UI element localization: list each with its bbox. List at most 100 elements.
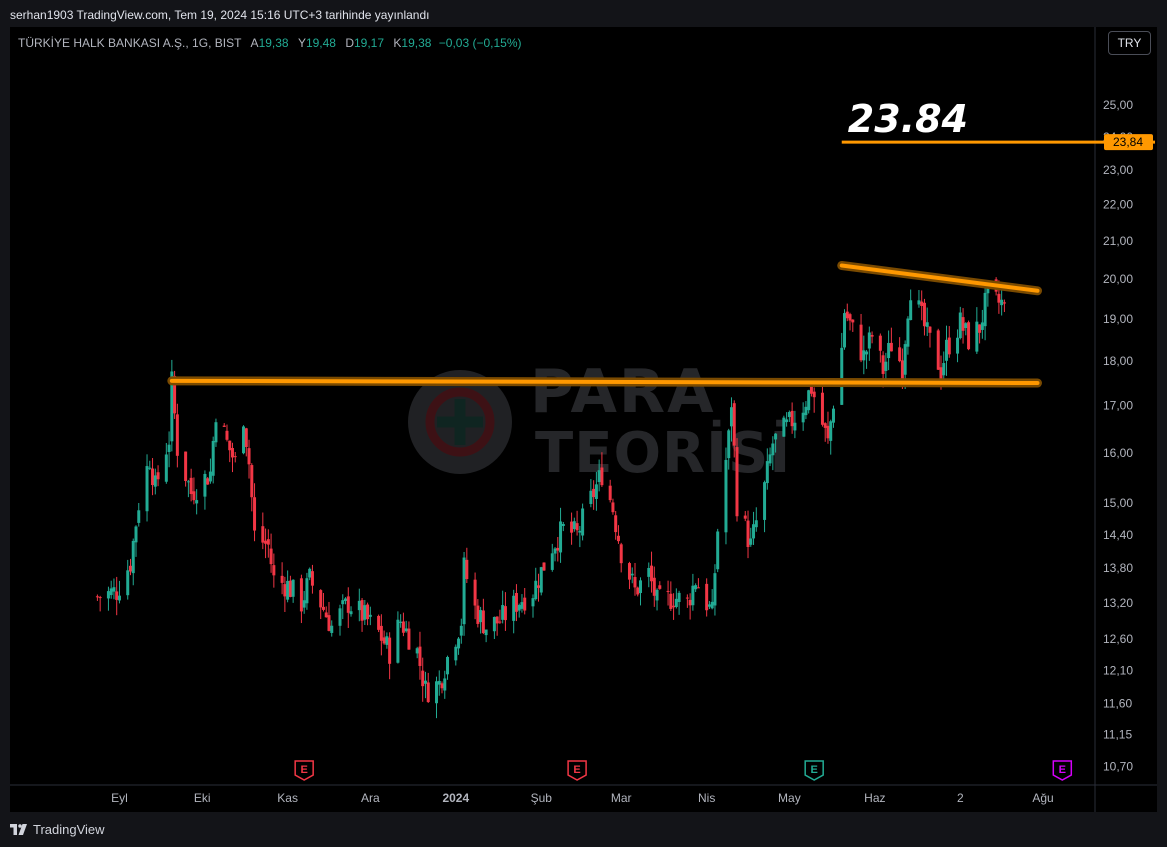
candle-body [95,596,99,598]
candle-body [823,423,827,428]
footer-brand[interactable]: TradingView [10,822,105,837]
candle-body [1000,299,1004,306]
candle-body [746,520,750,547]
low-label: D [345,36,354,50]
candle-body [310,571,314,586]
candle-body [434,681,438,704]
candle-body [727,430,731,459]
symbol-legend: TÜRKİYE HALK BANKASI A.Ş., 1G, BIST A19,… [18,36,522,50]
candle-body [324,612,328,618]
candle-body [247,448,251,465]
candle-body [233,456,237,458]
candle-body [401,621,405,633]
candle-body [729,407,733,427]
candle-body [462,557,466,625]
target-price-tag-label: 23,84 [1113,135,1143,149]
candle-body [859,324,863,361]
candle-body [338,608,342,626]
candle-body [368,614,372,617]
symbol-name[interactable]: TÜRKİYE HALK BANKASI A.Ş., 1G, BIST [18,36,241,50]
candle-body [288,580,292,597]
candle-body [900,360,904,380]
candle-body [501,605,505,620]
candle-body [785,419,789,423]
candle-body [537,585,540,588]
candle-body [302,600,306,608]
candle-body [771,443,775,456]
chart-area[interactable]: PARATEORİSİ25,0024,0023,0022,0021,0020,0… [10,27,1157,812]
x-tick-label: Eki [194,791,211,805]
candle-body [763,482,767,520]
candle-body [415,648,419,654]
candle-body [614,515,618,533]
candle-body [349,611,353,615]
candle-body [975,321,979,352]
candle-body [266,539,270,545]
close-value: 19,38 [401,36,432,50]
candle-body [228,440,232,451]
candle-body [716,531,720,570]
x-tick-label: Ara [361,791,380,805]
earnings-marker-icon: E [804,760,824,781]
candle-body [843,313,847,348]
candle-body [534,580,538,600]
candle-body [801,412,805,423]
candle-body [388,637,392,664]
candle-body [639,580,643,594]
candle-body [561,524,565,527]
candle-body [752,524,756,539]
y-tick-label: 11,15 [1103,727,1132,741]
candle-body [366,604,370,620]
candle-body [206,478,210,485]
candle-body [964,323,968,329]
candle-body [379,625,383,641]
price-chart[interactable]: PARATEORİSİ25,0024,0023,0022,0021,0020,0… [10,27,1157,812]
candle [724,447,728,545]
candle-body [956,337,960,354]
candle-body [581,508,585,536]
candle-body [922,302,926,327]
candle-body [870,334,874,337]
candle-body [674,598,678,607]
candle-body [735,447,739,517]
candle-body [633,577,637,588]
candle-body [696,587,700,589]
candle-body [909,300,913,321]
candle-body [382,637,386,644]
candle-body [898,347,902,362]
candle-body [647,567,651,577]
y-tick-label: 25,00 [1103,98,1133,112]
candle-body [112,587,116,592]
candle-body [520,602,524,609]
candle-body [685,597,689,599]
candle-body [148,467,152,469]
candle-body [134,526,138,543]
currency-button[interactable]: TRY [1108,31,1151,55]
candle-body [189,477,193,495]
candle-body [978,324,982,333]
candle-body [423,680,427,684]
candle-body [222,425,226,427]
candle-body [264,540,268,544]
candle-body [807,390,811,411]
candle-body [845,311,849,319]
candle-body [341,600,345,605]
candle-body [570,521,574,533]
candle [843,309,847,350]
candle-body [531,598,535,607]
candle-body [454,646,458,661]
candle-body [280,575,284,583]
candle-body [928,326,932,333]
candle-body [98,597,102,599]
candle-body [272,565,276,576]
candle-body [539,567,543,593]
candle-body [983,292,987,327]
candle-body [713,573,717,606]
candle-body [291,579,295,597]
candle-body [377,615,381,630]
candle-body [225,430,229,440]
candle [581,503,585,541]
candle-body [492,616,496,632]
candle-body [473,579,477,606]
candle-body [440,683,444,689]
